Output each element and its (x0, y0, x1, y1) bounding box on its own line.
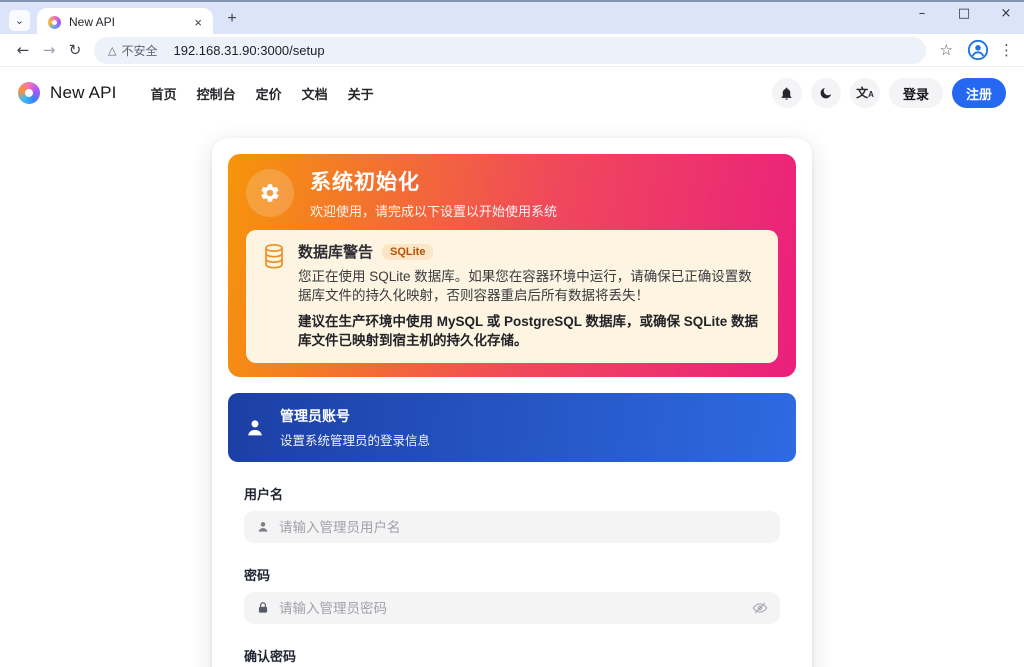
warning-advice: 建议在生产环境中使用 MySQL 或 PostgreSQL 数据库，或确保 SQ… (298, 312, 762, 350)
toggle-password-visibility-button[interactable] (752, 600, 768, 616)
warning-title-row: 数据库警告 SQLite (298, 241, 762, 262)
close-icon[interactable]: × (996, 6, 1016, 21)
browser-menu-icon[interactable]: ⋮ (999, 41, 1014, 59)
nav-item-about[interactable]: 关于 (348, 84, 374, 103)
database-icon (262, 243, 286, 350)
notifications-button[interactable] (772, 78, 802, 108)
password-label: 密码 (244, 567, 780, 584)
header-actions: 文A 登录 注册 (772, 78, 1006, 108)
language-button[interactable]: 文A (850, 78, 880, 108)
profile-avatar[interactable] (967, 39, 989, 61)
maximize-icon[interactable]: □ (954, 6, 974, 21)
tab-close-icon[interactable]: × (191, 15, 205, 30)
brand-name[interactable]: New API (50, 83, 117, 103)
window-controls: – □ × (912, 6, 1016, 21)
security-label: 不安全 (121, 42, 157, 59)
forward-icon[interactable]: → (36, 41, 62, 59)
warning-content: 数据库警告 SQLite 您正在使用 SQLite 数据库。如果您在容器环境中运… (298, 241, 762, 350)
main-nav: 首页 控制台 定价 文档 关于 (151, 84, 374, 103)
confirm-password-label: 确认密码 (244, 648, 780, 665)
app-logo[interactable] (18, 82, 40, 104)
new-tab-button[interactable]: + (222, 10, 242, 28)
page-body: New API 首页 控制台 定价 文档 关于 文A 登录 注册 (0, 67, 1024, 667)
register-button[interactable]: 注册 (952, 78, 1006, 108)
user-icon (256, 520, 270, 534)
tab-title: New API (69, 15, 191, 29)
username-field-group: 用户名 (244, 486, 780, 543)
security-chip[interactable]: △ 不安全 (108, 42, 157, 59)
theme-toggle-button[interactable] (811, 78, 841, 108)
browser-tabbar: ⌄ New API × + – □ × (0, 0, 1024, 34)
warning-title: 数据库警告 (298, 241, 373, 262)
username-input-box[interactable] (244, 511, 780, 543)
url-text: 192.168.31.90:3000/setup (173, 43, 324, 58)
hero-header: 系统初始化 欢迎使用，请完成以下设置以开始使用系统 (246, 166, 778, 220)
translate-icon: 文A (856, 87, 874, 99)
sqlite-badge: SQLite (382, 244, 433, 260)
page-subtitle: 欢迎使用，请完成以下设置以开始使用系统 (310, 201, 557, 220)
bookmark-star-icon[interactable]: ☆ (940, 41, 953, 59)
database-warning-box: 数据库警告 SQLite 您正在使用 SQLite 数据库。如果您在容器环境中运… (246, 230, 778, 363)
tab-search-button[interactable]: ⌄ (9, 10, 30, 31)
password-field-group: 密码 (244, 567, 780, 624)
username-label: 用户名 (244, 486, 780, 503)
user-icon (244, 417, 266, 439)
nav-item-docs[interactable]: 文档 (302, 84, 328, 103)
warning-triangle-icon: △ (108, 44, 116, 57)
init-hero-banner: 系统初始化 欢迎使用，请完成以下设置以开始使用系统 数据库警告 (228, 154, 796, 377)
password-input-box[interactable] (244, 592, 780, 624)
nav-item-home[interactable]: 首页 (151, 84, 177, 103)
moon-icon (818, 86, 833, 101)
setup-card: 系统初始化 欢迎使用，请完成以下设置以开始使用系统 数据库警告 (212, 138, 812, 667)
avatar-icon (967, 39, 989, 61)
lock-icon (256, 601, 270, 615)
minimize-icon[interactable]: – (912, 6, 932, 21)
admin-banner-subtitle: 设置系统管理员的登录信息 (280, 430, 430, 449)
admin-account-banner: 管理员账号 设置系统管理员的登录信息 (228, 393, 796, 462)
site-favicon (48, 16, 61, 29)
password-input[interactable] (279, 601, 743, 616)
site-header: New API 首页 控制台 定价 文档 关于 文A 登录 注册 (0, 67, 1024, 119)
hero-text: 系统初始化 欢迎使用，请完成以下设置以开始使用系统 (310, 166, 557, 220)
chevron-down-icon: ⌄ (15, 14, 24, 27)
gear-icon (259, 182, 281, 204)
admin-banner-title: 管理员账号 (280, 406, 430, 426)
warning-body: 您正在使用 SQLite 数据库。如果您在容器环境中运行，请确保已正确设置数据库… (298, 267, 762, 305)
page-title: 系统初始化 (310, 166, 557, 196)
nav-item-pricing[interactable]: 定价 (256, 84, 282, 103)
address-bar[interactable]: △ 不安全 192.168.31.90:3000/setup (94, 37, 926, 64)
admin-setup-form: 用户名 密码 (228, 486, 796, 667)
back-icon[interactable]: ← (10, 41, 36, 59)
nav-item-console[interactable]: 控制台 (197, 84, 236, 103)
gear-icon-badge (246, 169, 294, 217)
eye-slash-icon (752, 600, 768, 616)
bell-icon (779, 86, 794, 101)
browser-toolbar: ← → ↻ △ 不安全 192.168.31.90:3000/setup ☆ ⋮ (0, 34, 1024, 67)
admin-banner-text: 管理员账号 设置系统管理员的登录信息 (280, 406, 430, 449)
username-input[interactable] (279, 520, 768, 535)
confirm-password-field-group: 确认密码 (244, 648, 780, 667)
browser-tab[interactable]: New API × (37, 8, 213, 36)
refresh-icon[interactable]: ↻ (62, 41, 88, 59)
login-button[interactable]: 登录 (889, 78, 943, 108)
